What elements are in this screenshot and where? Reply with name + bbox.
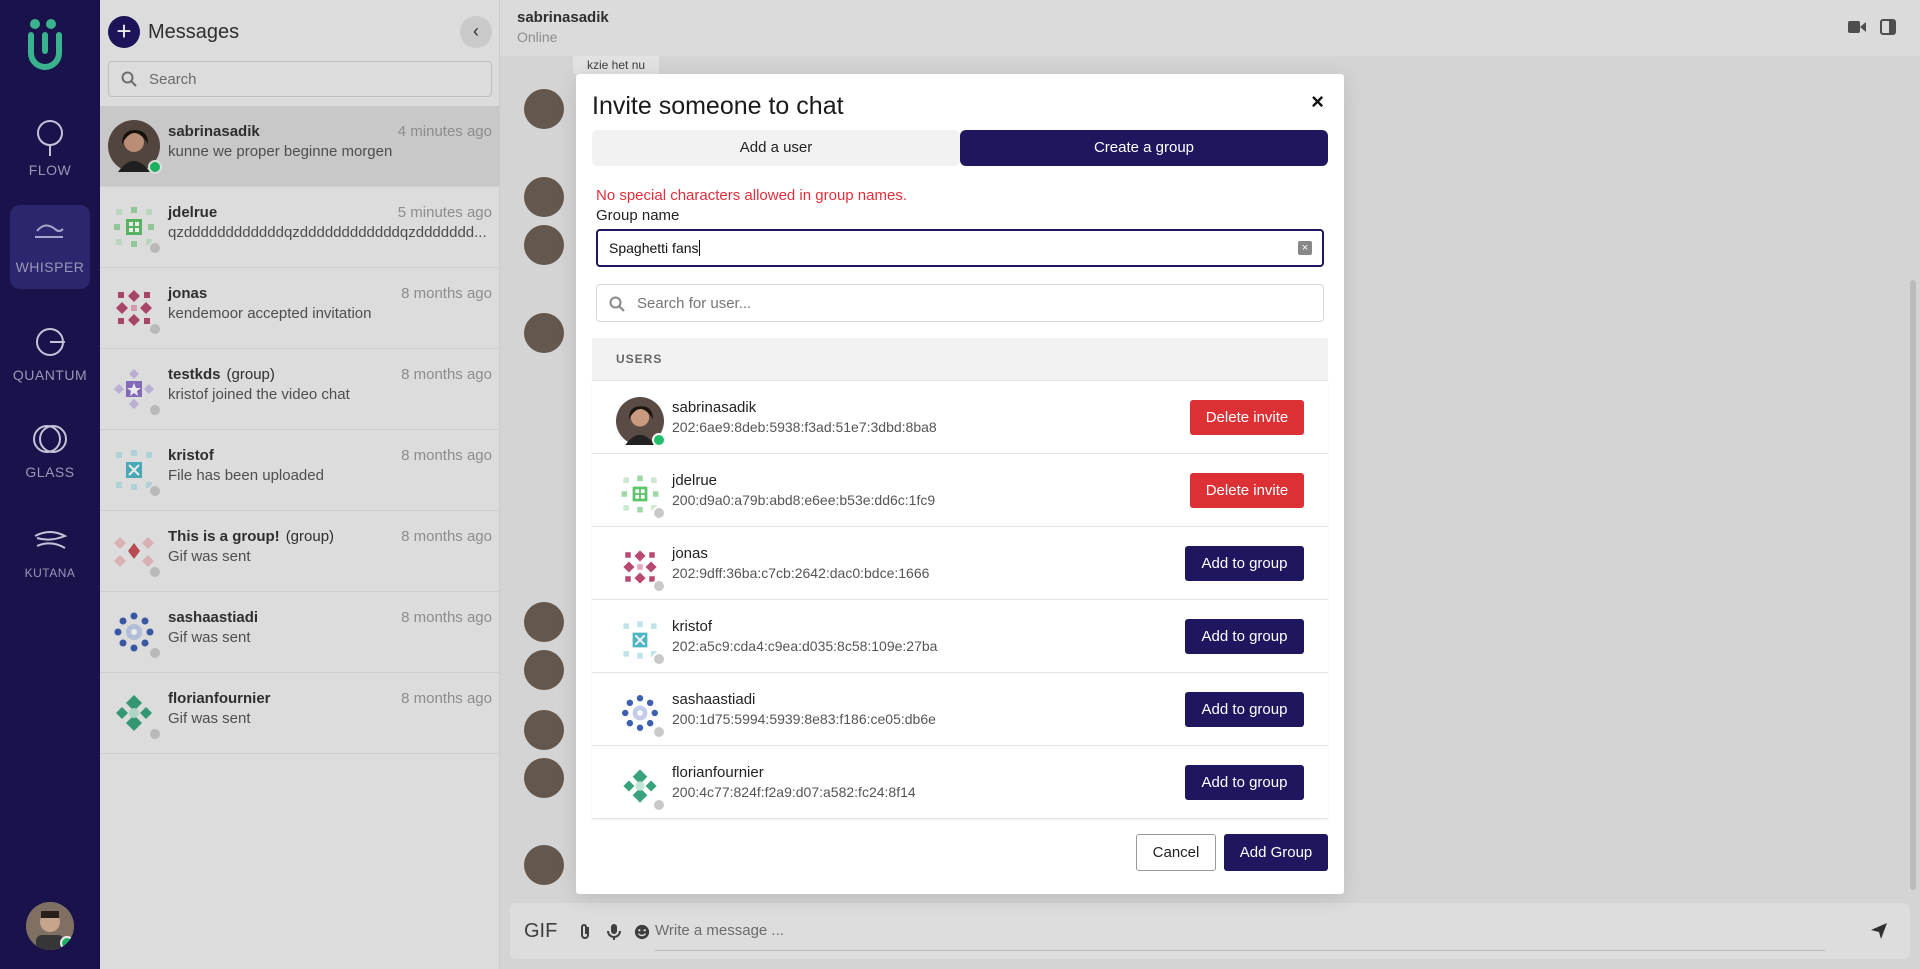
user-row-jdelrue: jdelrue 200:d9a0:a79b:abd8:e6ee:b53e:dd6… (592, 453, 1328, 526)
add-to-group-button[interactable]: Add to group (1185, 692, 1304, 727)
user-name: jdelrue (672, 472, 718, 489)
user-search[interactable] (596, 284, 1324, 322)
avatar (616, 397, 666, 447)
add-to-group-button[interactable]: Add to group (1185, 619, 1304, 654)
validation-error: No special characters allowed in group n… (596, 187, 907, 204)
tab-create-group[interactable]: Create a group (960, 130, 1328, 166)
avatar (616, 543, 666, 593)
user-address: 200:4c77:824f:f2a9:d07:a582:fc24:8f14 (672, 784, 916, 800)
offline-status-dot (652, 579, 666, 593)
add-to-group-button[interactable]: Add to group (1185, 765, 1304, 800)
modal-title: Invite someone to chat (592, 92, 844, 120)
user-address: 202:9dff:36ba:c7cb:2642:dac0:bdce:1666 (672, 565, 930, 581)
group-name-text: Spaghetti fans (609, 240, 699, 256)
user-name: sabrinasadik (672, 399, 757, 416)
user-row-sashaastiadi: sashaastiadi 200:1d75:5994:5939:8e83:f18… (592, 672, 1328, 745)
search-icon (609, 296, 625, 312)
avatar (616, 762, 666, 812)
user-name: florianfournier (672, 764, 764, 781)
user-list: sabrinasadik 202:6ae9:8deb:5938:f3ad:51e… (592, 380, 1328, 819)
group-name-label: Group name (596, 207, 680, 224)
user-row-kristof: kristof 202:a5c9:cda4:c9ea:d035:8c58:109… (592, 599, 1328, 672)
tab-add-user[interactable]: Add a user (592, 130, 960, 166)
offline-status-dot (652, 798, 666, 812)
online-status-dot (652, 433, 666, 447)
user-row-florianfournier: florianfournier 200:4c77:824f:f2a9:d07:a… (592, 745, 1328, 818)
group-name-field[interactable]: Spaghetti fans × (596, 229, 1324, 267)
user-address: 202:a5c9:cda4:c9ea:d035:8c58:109e:27ba (672, 638, 938, 654)
text-caret (698, 240, 700, 256)
offline-status-dot (652, 506, 666, 520)
avatar (616, 470, 666, 520)
user-address: 200:1d75:5994:5939:8e83:f186:ce05:db6e (672, 711, 936, 727)
offline-status-dot (652, 725, 666, 739)
invite-modal: Invite someone to chat × Add a user Crea… (576, 74, 1344, 894)
user-row-sabrinasadik: sabrinasadik 202:6ae9:8deb:5938:f3ad:51e… (592, 380, 1328, 453)
add-to-group-button[interactable]: Add to group (1185, 546, 1304, 581)
user-search-input[interactable] (637, 285, 1307, 321)
user-row-jonas: jonas 202:9dff:36ba:c7cb:2642:dac0:bdce:… (592, 526, 1328, 599)
modal-tabs: Add a user Create a group (592, 130, 1328, 166)
avatar (616, 616, 666, 666)
user-address: 200:d9a0:a79b:abd8:e6ee:b53e:dd6c:1fc9 (672, 492, 936, 508)
avatar (616, 689, 666, 739)
users-section-header: USERS (592, 338, 1328, 380)
delete-invite-button[interactable]: Delete invite (1190, 473, 1304, 508)
user-name: jonas (672, 545, 708, 562)
close-icon[interactable]: × (1311, 91, 1324, 113)
add-group-button[interactable]: Add Group (1224, 834, 1328, 871)
user-address: 202:6ae9:8deb:5938:f3ad:51e7:3dbd:8ba8 (672, 419, 937, 435)
user-name: sashaastiadi (672, 691, 756, 708)
group-name-value: Spaghetti fans (609, 240, 700, 256)
delete-invite-button[interactable]: Delete invite (1190, 400, 1304, 435)
cancel-button[interactable]: Cancel (1136, 834, 1216, 871)
user-name: kristof (672, 618, 713, 635)
offline-status-dot (652, 652, 666, 666)
clear-input-icon[interactable]: × (1298, 241, 1312, 255)
